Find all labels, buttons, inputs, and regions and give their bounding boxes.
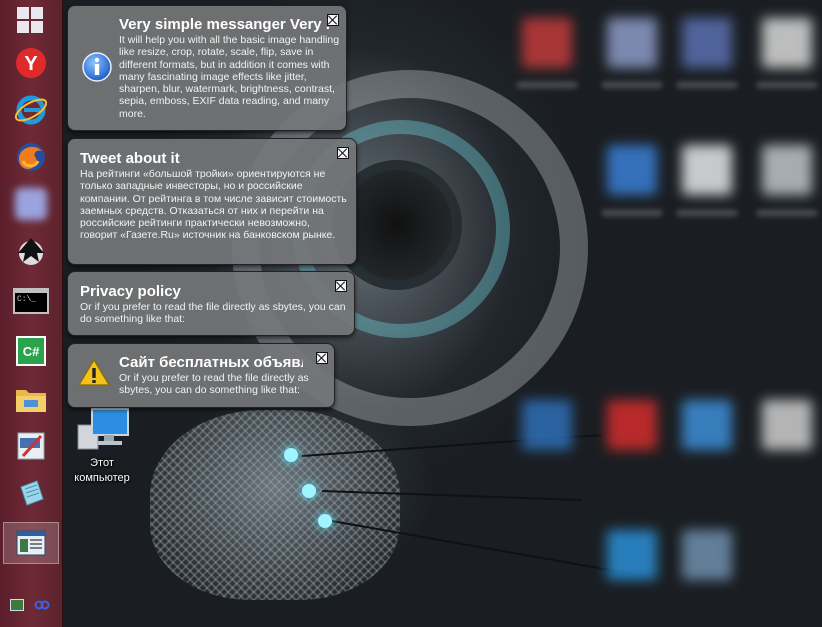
taskbar-item-explorer[interactable] <box>3 378 59 420</box>
balloon-4-body: Or if you prefer to read the file direct… <box>119 372 309 397</box>
cmd-text: C:\_ <box>17 295 37 304</box>
notification-balloon-1[interactable]: Very simple messanger Very ... It will h… <box>67 5 347 131</box>
balloon-2-close-button[interactable] <box>337 147 349 159</box>
folder-icon <box>16 390 46 412</box>
notification-balloon-2[interactable]: Tweet about it На рейтинги «большой трой… <box>67 138 357 265</box>
balloon-2-title: Tweet about it <box>80 150 180 167</box>
taskbar-item-notepad[interactable] <box>3 472 59 514</box>
csharp-icon: C# <box>16 336 46 366</box>
this-pc-label-line1: Этот <box>90 457 114 469</box>
balloon-3-body: Or if you prefer to read the file direct… <box>80 301 346 326</box>
tray-link-icon[interactable] <box>34 600 50 610</box>
ie-icon <box>15 95 47 125</box>
taskbar-item-csharp[interactable]: C# <box>3 330 59 372</box>
warning-icon <box>78 358 110 386</box>
taskbar-item-editor[interactable] <box>3 425 59 467</box>
system-tray <box>10 598 54 612</box>
taskbar-item-ie[interactable] <box>3 89 59 131</box>
notification-balloon-3[interactable]: Privacy policy Or if you prefer to read … <box>67 271 355 336</box>
taskbar-item-inkscape[interactable] <box>3 230 59 272</box>
this-pc-label-line2: компьютер <box>74 472 130 484</box>
csharp-text: C# <box>22 343 40 359</box>
app-icon <box>15 188 47 220</box>
inkscape-icon <box>18 238 44 265</box>
taskbar-item-messenger[interactable] <box>3 522 59 564</box>
firefox-icon <box>17 143 45 171</box>
balloon-4-close-button[interactable] <box>316 352 328 364</box>
computer-icon <box>77 408 129 450</box>
balloon-3-title: Privacy policy <box>80 283 181 300</box>
taskbar-item-firefox[interactable] <box>3 136 59 178</box>
tray-network-icon[interactable] <box>10 599 24 611</box>
balloon-1-body: It will help you with all the basic imag… <box>119 34 340 120</box>
taskbar-item-cmd[interactable]: C:\_ <box>3 280 59 322</box>
svg-text:Y: Y <box>24 53 38 75</box>
start-button[interactable] <box>17 7 43 33</box>
taskbar-item-blurred-app[interactable] <box>3 183 59 225</box>
this-pc-desktop-icon[interactable]: Этот компьютер <box>63 405 141 485</box>
balloon-2-body: На рейтинги «большой тройки» ориентируют… <box>80 168 347 242</box>
notification-balloon-4[interactable]: Сайт бесплатных объявлений Or if you pre… <box>67 343 335 408</box>
cmd-icon: C:\_ <box>13 288 49 314</box>
editor-icon <box>17 432 45 460</box>
info-icon <box>82 52 112 82</box>
balloon-1-close-button[interactable] <box>327 14 339 26</box>
notepad-icon <box>20 480 44 506</box>
balloon-4-title: Сайт бесплатных объявлений <box>119 354 303 371</box>
taskbar-item-yandex[interactable]: Y <box>3 42 59 84</box>
balloon-1-title: Very simple messanger Very ... <box>119 16 329 33</box>
balloon-3-close-button[interactable] <box>335 280 347 292</box>
vertical-taskbar: Y C:\_ C# <box>0 0 63 627</box>
yandex-icon: Y <box>16 48 46 78</box>
window-icon <box>16 530 46 556</box>
